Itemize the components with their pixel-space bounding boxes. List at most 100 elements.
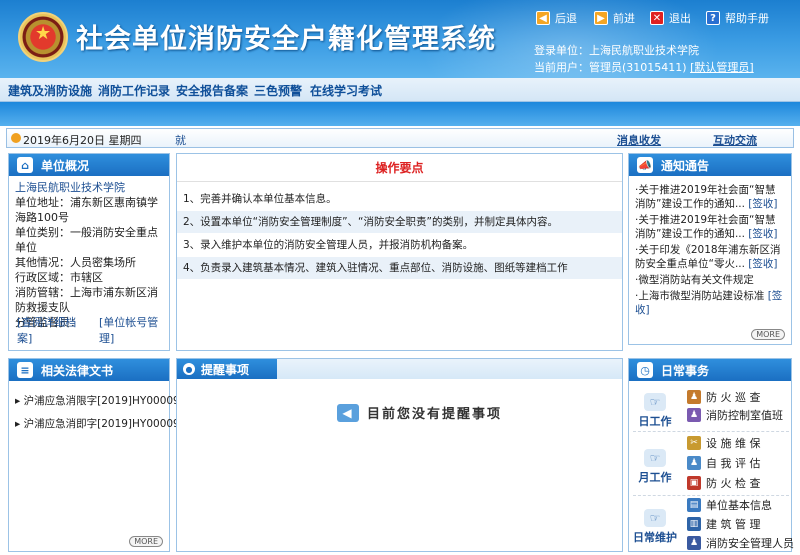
fire-patrol-link[interactable]: ♟ 防 火 巡 查 — [687, 389, 761, 405]
sign-link[interactable]: [签收] — [748, 258, 777, 270]
law-item[interactable]: ▸ 沪浦应急消即字[2019]HY0000945号 — [9, 412, 204, 435]
document-icon: ≡ — [17, 362, 33, 378]
menu-safety-report[interactable]: 安全报告备案 — [176, 82, 248, 99]
daily-affairs-title: 日常事务 — [661, 363, 710, 378]
hand-pointer-icon: ☞ — [644, 449, 666, 467]
notices-title: 通知通告 — [661, 158, 710, 173]
megaphone-icon: 📣 — [637, 157, 653, 173]
sign-link[interactable]: [签收] — [748, 228, 777, 240]
laws-header: ≡ 相关法律文书 — [9, 359, 169, 381]
main-menu: 建筑及消防设施 消防工作记录 安全报告备案 三色预警 在线学习考试 — [0, 78, 800, 102]
default-admin-link[interactable]: [默认管理员] — [690, 61, 754, 74]
divider — [633, 495, 789, 496]
control-room-duty-link[interactable]: ♟ 消防控制室值班 — [687, 407, 783, 423]
close-icon: ✕ — [650, 11, 664, 25]
forward-arrow-icon: ▶ — [594, 11, 608, 25]
current-user: 当前用户：管理员(31015411) [默认管理员] — [534, 59, 754, 75]
menu-fire-work-records[interactable]: 消防工作记录 — [98, 82, 170, 99]
ops-item: 1、完善并确认本单位基本信息。 — [177, 188, 622, 211]
menu-building-facilities[interactable]: 建筑及消防设施 — [8, 82, 92, 99]
menu-three-color-warning[interactable]: 三色预警 — [254, 82, 302, 99]
messages-link[interactable]: 消息收发 — [617, 132, 661, 148]
notice-item[interactable]: ·关于印发《2018年浦东新区消防安全重点单位“零火... [签收] — [629, 242, 791, 272]
laws-panel: ≡ 相关法律文书 ▸ 沪浦应急消限字[2019]HY0000996号 ▸ 沪浦应… — [8, 358, 204, 552]
system-title: 社会单位消防安全户籍化管理系统 — [76, 24, 496, 55]
notices-header: 📣 通知通告 — [629, 154, 791, 176]
fire-emblem-logo: ★ — [18, 12, 68, 62]
account-manage-link[interactable]: [单位帐号管理] — [99, 314, 169, 346]
notice-item[interactable]: ·微型消防站有关文件规定 — [629, 272, 791, 288]
unit-overview-title: 单位概况 — [41, 158, 90, 173]
clock-icon: ◷ — [637, 362, 653, 378]
notice-item[interactable]: ·关于推进2019年社会面“智慧消防”建设工作的通知... [签收] — [629, 182, 791, 212]
status-bar: 2019年6月20日 星期四 就 消息收发 互动交流 — [6, 128, 794, 148]
view-details-link[interactable]: [查阅详细档案] — [17, 314, 87, 346]
facility-maintenance-link[interactable]: ✂ 设 施 维 保 — [687, 435, 761, 451]
hand-pointer-icon: ☞ — [644, 393, 666, 411]
unit-fire-admin: 消防管辖：上海市浦东新区消防救援支队 — [15, 286, 158, 314]
interaction-link[interactable]: 互动交流 — [713, 132, 757, 148]
unit-category: 单位类别：一般消防安全重点单位 — [15, 226, 158, 254]
ops-item: 3、录入维护本单位的消防安全管理人员，并报消防机构备案。 — [177, 234, 622, 257]
notice-item[interactable]: ·关于推进2019年社会面“智慧消防”建设工作的通知... [签收] — [629, 212, 791, 242]
sign-link[interactable]: [签收] — [748, 198, 777, 210]
info-icon: ▤ — [687, 498, 701, 512]
unit-address: 单位地址：浦东新区惠南镇学海路100号 — [15, 196, 158, 224]
decorative-banner — [0, 102, 800, 126]
help-manual-button[interactable]: ? 帮助手册 — [706, 10, 769, 26]
ops-item: 2、设置本单位“消防安全管理制度”、“消防安全职责”的类别，并制定具体内容。 — [177, 211, 622, 234]
unit-overview-header: ⌂ 单位概况 — [9, 154, 169, 176]
login-unit: 登录单位：上海民航职业技术学院 — [534, 44, 699, 57]
ops-item: 4、负责录入建筑基本情况、建筑入驻情况、重点部位、消防设施、图纸等建档工作 — [177, 257, 622, 280]
ops-panel: 操作要点 1、完善并确认本单位基本信息。 2、设置本单位“消防安全管理制度”、“… — [176, 153, 623, 351]
ops-title: 操作要点 — [177, 154, 622, 182]
routine-maintenance-head[interactable]: ☞ 日常维护 — [633, 509, 677, 545]
staff-icon: ♟ — [687, 536, 701, 550]
forward-button[interactable]: ▶ 前进 — [594, 10, 635, 26]
evaluate-icon: ♟ — [687, 456, 701, 470]
fire-inspection-link[interactable]: ▣ 防 火 检 查 — [687, 475, 761, 491]
building-management-link[interactable]: ▥ 建 筑 管 理 — [687, 516, 761, 532]
monthly-work-head[interactable]: ☞ 月工作 — [633, 449, 677, 485]
home-icon: ⌂ — [17, 157, 33, 173]
hand-pointer-icon: ☞ — [644, 509, 666, 527]
notice-item[interactable]: ·上海市微型消防站建设标准 [签收] — [629, 288, 791, 318]
unit-region: 行政区域：市辖区 — [15, 271, 103, 284]
scrolling-text: 就 — [175, 134, 186, 147]
divider — [633, 431, 789, 432]
current-date: 2019年6月20日 星期四 — [23, 134, 142, 147]
back-label: 后退 — [555, 12, 577, 25]
unit-basic-info-link[interactable]: ▤ 单位基本信息 — [687, 497, 772, 513]
unit-overview-panel: ⌂ 单位概况 上海民航职业技术学院 单位地址：浦东新区惠南镇学海路100号 单位… — [8, 153, 170, 351]
self-evaluation-link[interactable]: ♟ 自 我 评 估 — [687, 455, 761, 471]
exit-button[interactable]: ✕ 退出 — [650, 10, 691, 26]
reminders-panel: ● 提醒事项 ◀ 目前您没有提醒事项 — [176, 358, 623, 552]
unit-name-link[interactable]: 上海民航职业技术学院 — [15, 180, 163, 195]
duty-icon: ♟ — [687, 408, 701, 422]
safety-staff-link[interactable]: ♟ 消防安全管理人员 — [687, 535, 794, 551]
building-icon: ▥ — [687, 517, 701, 531]
daily-affairs-header: ◷ 日常事务 — [629, 359, 791, 381]
help-label: 帮助手册 — [725, 12, 769, 25]
back-button[interactable]: ◀ 后退 — [536, 10, 577, 26]
help-icon: ? — [706, 11, 720, 25]
tools-icon: ✂ — [687, 436, 701, 450]
exit-label: 退出 — [669, 12, 691, 25]
back-arrow-icon: ◀ — [536, 11, 550, 25]
header-banner: ★ 社会单位消防安全户籍化管理系统 ◀ 后退 ▶ 前进 ✕ 退出 ? 帮助手册 … — [0, 0, 800, 78]
star-icon: ★ — [35, 23, 52, 44]
menu-online-learning[interactable]: 在线学习考试 — [310, 82, 382, 99]
notices-panel: 📣 通知通告 ·关于推进2019年社会面“智慧消防”建设工作的通知... [签收… — [628, 153, 792, 345]
clock-icon — [11, 133, 21, 143]
current-user-label: 当前用户：管理员(31015411) — [534, 61, 687, 74]
notices-more-button[interactable]: MORE — [751, 329, 785, 340]
reminders-header: ● 提醒事项 — [177, 359, 277, 379]
law-item[interactable]: ▸ 沪浦应急消限字[2019]HY0000996号 — [9, 389, 204, 412]
reminders-header-strip: ● 提醒事项 — [177, 359, 622, 379]
unit-other: 其他情况：人员密集场所 — [15, 256, 136, 269]
megaphone-icon: ◀ — [337, 403, 359, 422]
daily-work-head[interactable]: ☞ 日工作 — [633, 393, 677, 429]
bell-icon: ● — [183, 363, 195, 375]
laws-more-button[interactable]: MORE — [129, 536, 163, 547]
no-reminders-message: ◀ 目前您没有提醒事项 — [337, 403, 502, 422]
